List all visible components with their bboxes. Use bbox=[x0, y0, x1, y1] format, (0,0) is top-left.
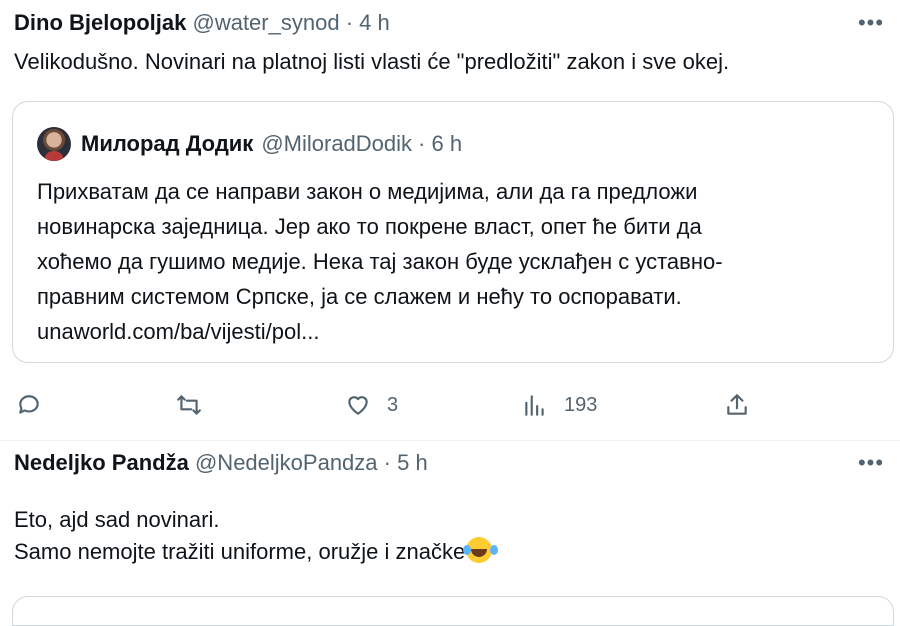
tweet-header: Dino Bjelopoljak @water_synod · 4 h bbox=[14, 10, 390, 36]
tweet-text: Eto, ajd sad novinari. Samo nemojte traž… bbox=[14, 504, 493, 568]
face-with-tears-of-joy-icon bbox=[463, 537, 493, 563]
quoted-tweet[interactable]: Милорад Додик @MiloradDodik · 6 h Прихва… bbox=[12, 101, 894, 363]
more-options-icon[interactable]: ••• bbox=[856, 8, 886, 38]
tweet-time[interactable]: · 5 h bbox=[384, 450, 428, 475]
quoted-tweet-text: Прихватам да се направи закон о медијима… bbox=[37, 174, 723, 349]
quoted-link[interactable]: unaworld.com/ba/vijesti/pol... bbox=[37, 314, 723, 349]
share-button[interactable] bbox=[724, 385, 750, 425]
quoted-tweet[interactable] bbox=[12, 596, 894, 626]
retweet-button[interactable] bbox=[176, 385, 202, 425]
author-name[interactable]: Dino Bjelopoljak bbox=[14, 10, 186, 35]
like-count: 3 bbox=[387, 393, 399, 416]
quoted-text-line: правним системом Српске, ја се слажем и … bbox=[37, 284, 682, 309]
tweet[interactable]: Dino Bjelopoljak @water_synod · 4 h ••• … bbox=[0, 0, 900, 440]
views-icon bbox=[525, 395, 544, 416]
author-name[interactable]: Nedeljko Pandža bbox=[14, 450, 189, 475]
quoted-tweet-header: Милорад Додик @MiloradDodik · 6 h bbox=[37, 124, 462, 164]
views-button[interactable]: 193 bbox=[522, 385, 597, 425]
quoted-text-line: Прихватам да се направи закон о медијима… bbox=[37, 179, 698, 204]
reply-button[interactable] bbox=[16, 385, 42, 425]
reply-icon bbox=[19, 395, 39, 414]
author-handle[interactable]: @water_synod bbox=[192, 10, 339, 35]
quoted-author-handle: @MiloradDodik bbox=[261, 131, 413, 156]
tweet[interactable]: Nedeljko Pandža @NedeljkoPandza · 5 h ••… bbox=[0, 440, 900, 600]
more-options-icon[interactable]: ••• bbox=[856, 448, 886, 478]
like-button[interactable]: 3 bbox=[345, 385, 398, 425]
views-count: 193 bbox=[564, 393, 598, 416]
tweet-text-line: Samo nemojte tražiti uniforme, oružje i … bbox=[14, 536, 493, 568]
quoted-text-line: новинарска заједница. Јер ако то покрене… bbox=[37, 214, 702, 239]
quoted-text-line: хоћемо да гушимо медије. Нека тај закон … bbox=[37, 249, 723, 274]
retweet-icon bbox=[177, 395, 201, 415]
tweet-time[interactable]: · 4 h bbox=[346, 10, 390, 35]
quoted-author-name: Милорад Додик bbox=[81, 131, 254, 156]
tweet-actions: 3 193 bbox=[0, 385, 900, 425]
avatar bbox=[37, 127, 71, 161]
share-icon bbox=[727, 394, 747, 415]
tweet-header: Nedeljko Pandža @NedeljkoPandza · 5 h bbox=[14, 450, 428, 476]
tweet-text: Velikodušno. Novinari na platnoj listi v… bbox=[14, 49, 730, 74]
heart-icon bbox=[348, 396, 368, 415]
author-handle[interactable]: @NedeljkoPandza bbox=[195, 450, 378, 475]
tweet-text-line: Eto, ajd sad novinari. bbox=[14, 507, 220, 532]
quoted-tweet-time: · 6 h bbox=[418, 131, 463, 156]
